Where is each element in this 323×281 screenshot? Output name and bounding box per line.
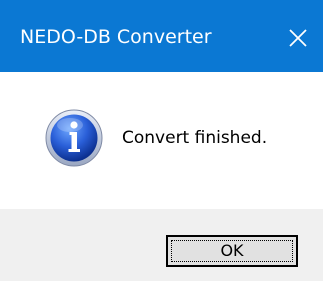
close-button[interactable]: [276, 16, 320, 60]
dialog-content: Convert finished.: [0, 72, 323, 209]
button-area: OK: [0, 209, 323, 281]
ok-button-label: OK: [220, 241, 244, 260]
window-title: NEDO-DB Converter: [20, 26, 212, 48]
title-bar[interactable]: NEDO-DB Converter: [0, 0, 323, 72]
message-text: Convert finished.: [122, 128, 268, 148]
message-dialog: NEDO-DB Converter Convert finished. OK: [0, 0, 323, 281]
ok-button[interactable]: OK: [166, 235, 298, 267]
close-icon: [289, 29, 307, 47]
info-icon: [45, 109, 103, 167]
